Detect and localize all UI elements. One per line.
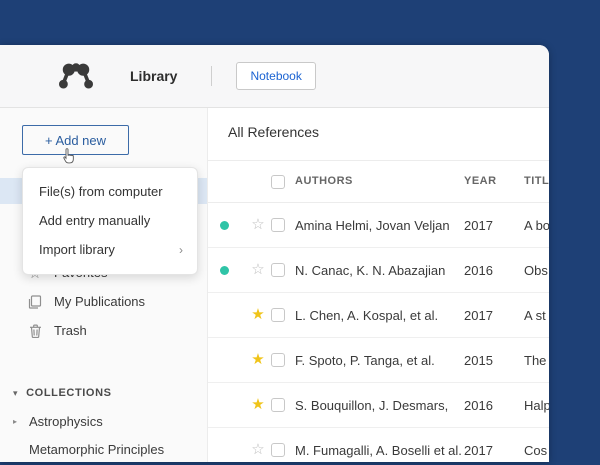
page-title: All References [228, 124, 320, 140]
star-filled-icon[interactable]: ★ [249, 350, 267, 370]
row-checkbox[interactable] [271, 218, 285, 232]
sidebar-item-my-publications[interactable]: My Publications [0, 287, 207, 316]
menu-item-files-from-computer[interactable]: File(s) from computer [23, 177, 197, 206]
table-row[interactable]: ☆ M. Fumagalli, A. Boselli et al. 2017 Cos [208, 428, 549, 462]
column-header-title[interactable]: TITLE [524, 175, 549, 187]
row-checkbox[interactable] [271, 353, 285, 367]
collection-label: Metamorphic Principles [29, 441, 165, 457]
star-filled-icon[interactable]: ★ [249, 305, 267, 325]
cell-authors: F. Spoto, P. Tanga, et al. [295, 353, 435, 368]
cell-authors: L. Chen, A. Kospal, et al. [295, 308, 439, 323]
table-row[interactable]: ★ L. Chen, A. Kospal, et al. 2017 A st [208, 293, 549, 338]
cell-title: A st [524, 308, 546, 323]
menu-item-add-entry-manually[interactable]: Add entry manually [23, 206, 197, 235]
add-new-dropdown-menu: File(s) from computer Add entry manually… [22, 167, 198, 275]
collection-item-metamorphic-principles[interactable]: ▸ Metamorphic Principles [0, 435, 207, 462]
cell-year: 2016 [464, 398, 493, 413]
mendeley-logo-icon [58, 63, 94, 89]
notebook-button[interactable]: Notebook [236, 62, 316, 90]
header-divider [211, 66, 213, 86]
select-all-checkbox[interactable] [271, 175, 285, 189]
app-header: Library Notebook [0, 45, 549, 108]
table-row[interactable]: ☆ N. Canac, K. N. Abazajian 2016 Obs [208, 248, 549, 293]
collections-header-label: COLLECTIONS [26, 387, 112, 399]
cell-title: Obs [524, 263, 548, 278]
menu-item-label: File(s) from computer [39, 184, 163, 199]
unread-dot-icon [220, 221, 229, 230]
row-checkbox[interactable] [271, 443, 285, 457]
hand-cursor-icon [63, 148, 74, 164]
cell-authors: N. Canac, K. N. Abazajian [295, 263, 446, 278]
table-row[interactable]: ★ F. Spoto, P. Tanga, et al. 2015 The [208, 338, 549, 383]
trash-icon [27, 323, 43, 339]
table-row[interactable]: ★ S. Bouquillon, J. Desmars, 2016 Halp [208, 383, 549, 428]
app-window: Library Notebook + Add new ☆ Favorites [0, 45, 549, 462]
submenu-chevron-icon: › [179, 242, 183, 257]
table-header: AUTHORS YEAR TITLE [208, 160, 549, 203]
cell-year: 2015 [464, 353, 493, 368]
menu-item-label: Add entry manually [39, 213, 151, 228]
cell-year: 2017 [464, 443, 493, 458]
row-checkbox[interactable] [271, 398, 285, 412]
star-outline-icon[interactable]: ☆ [249, 260, 267, 280]
cell-year: 2017 [464, 218, 493, 233]
cell-authors: S. Bouquillon, J. Desmars, [295, 398, 449, 413]
sidebar-item-label: My Publications [54, 294, 146, 309]
chevron-down-icon: ▾ [13, 387, 19, 398]
row-checkbox[interactable] [271, 308, 285, 322]
unread-dot-icon [220, 266, 229, 275]
star-filled-icon[interactable]: ★ [249, 395, 267, 415]
row-checkbox[interactable] [271, 263, 285, 277]
tab-library[interactable]: Library [130, 68, 177, 84]
collections-list: ▸ Astrophysics ▸ Metamorphic Principles [0, 407, 207, 462]
column-header-authors[interactable]: AUTHORS [295, 175, 353, 187]
cell-title: Halp [524, 398, 549, 413]
table-row[interactable]: ☆ Amina Helmi, Jovan Veljan 2017 A bo [208, 203, 549, 248]
document-icon [27, 294, 43, 310]
collections-section-header[interactable]: ▾ COLLECTIONS [0, 384, 207, 402]
cell-authors: Amina Helmi, Jovan Veljan [295, 218, 450, 233]
cell-title: The [524, 353, 547, 368]
sidebar-item-label: Trash [54, 323, 87, 338]
collection-label: Astrophysics [29, 413, 103, 429]
sidebar-item-trash[interactable]: Trash [0, 316, 207, 345]
cell-year: 2016 [464, 263, 493, 278]
main-panel: All References AUTHORS YEAR TITLE ☆ Amina… [208, 108, 549, 462]
sidebar: + Add new ☆ Favorites My Publications [0, 108, 208, 462]
menu-item-import-library[interactable]: Import library › [23, 235, 197, 264]
cell-title: Cos [524, 443, 548, 458]
reference-rows: ☆ Amina Helmi, Jovan Veljan 2017 A bo ☆ N. Ca… [208, 203, 549, 462]
cell-authors: M. Fumagalli, A. Boselli et al. [295, 443, 462, 458]
star-outline-icon[interactable]: ☆ [249, 440, 267, 460]
column-header-year[interactable]: YEAR [464, 175, 497, 187]
star-outline-icon[interactable]: ☆ [249, 215, 267, 235]
cell-year: 2017 [464, 308, 493, 323]
cell-title: A bo [524, 218, 549, 233]
collection-item-astrophysics[interactable]: ▸ Astrophysics [0, 407, 207, 435]
chevron-right-icon: ▸ [13, 416, 18, 426]
menu-item-label: Import library [39, 242, 115, 257]
